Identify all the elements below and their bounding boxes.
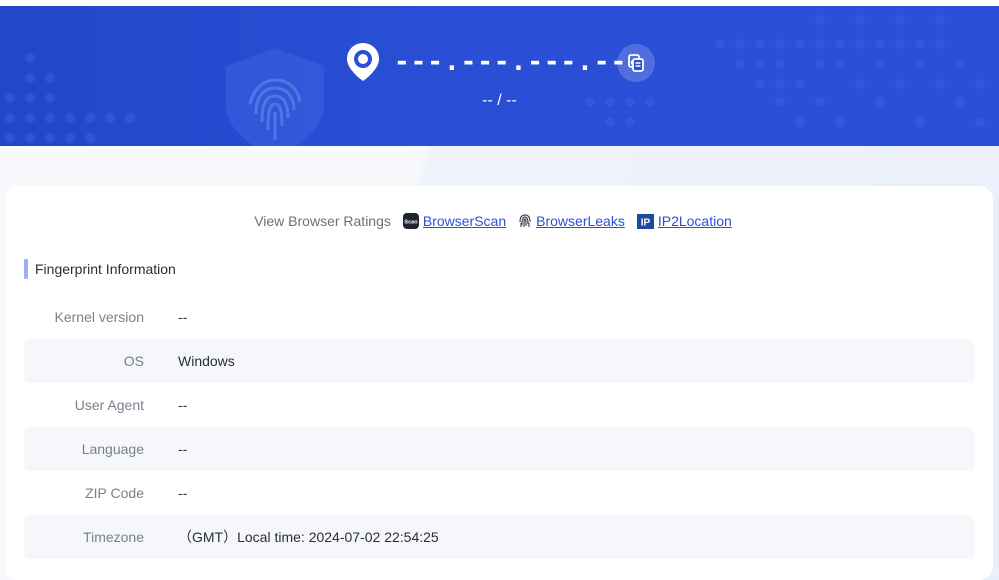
row-value: -- (178, 309, 188, 325)
section-title-accent (24, 259, 28, 279)
browser-ratings-bar: View Browser Ratings Scan BrowserScan Br… (5, 213, 993, 229)
table-row: OS Windows (24, 339, 974, 383)
row-key: Kernel version (54, 309, 145, 325)
table-row: Timezone （GMT）Local time: 2024-07-02 22:… (24, 515, 974, 559)
row-value: （GMT）Local time: 2024-07-02 22:54:25 (178, 529, 439, 545)
browserscan-link[interactable]: Scan BrowserScan (402, 213, 507, 229)
table-row: Language -- (24, 427, 974, 471)
ip2location-link-label: IP2Location (657, 213, 732, 229)
table-row: User Agent -- (24, 383, 974, 427)
browserscan-icon: Scan (402, 213, 419, 229)
fingerprint-card: View Browser Ratings Scan BrowserScan Br… (5, 186, 993, 580)
row-key: OS (123, 353, 144, 369)
ratings-label: View Browser Ratings (254, 213, 391, 229)
section-title-text: Fingerprint Information (35, 261, 176, 277)
location-pin-icon (347, 43, 379, 81)
table-row: ZIP Code -- (24, 471, 974, 515)
decorative-dots-left (5, 53, 135, 143)
row-value: -- (178, 397, 188, 413)
fingerprint-table: Kernel version -- OS Windows User Agent … (24, 295, 974, 559)
copy-ip-button[interactable] (617, 44, 655, 82)
svg-text:IP: IP (641, 217, 651, 228)
section-title: Fingerprint Information (24, 259, 176, 279)
ip2location-link[interactable]: IP IP2Location (636, 213, 732, 229)
row-key: Language (81, 441, 144, 457)
row-key: User Agent (74, 397, 144, 413)
row-key: Timezone (83, 529, 144, 545)
row-key: ZIP Code (85, 485, 144, 501)
copy-icon (628, 54, 644, 72)
table-row: Kernel version -- (24, 295, 974, 339)
ip-header-banner: ---.---.---.--- -- / -- (0, 6, 999, 146)
row-value: Windows (178, 353, 235, 369)
browserleaks-link-label: BrowserLeaks (536, 213, 625, 229)
ip-address: ---.---.---.--- (394, 47, 644, 77)
browserscan-link-label: BrowserScan (422, 213, 507, 229)
row-value: -- (178, 485, 188, 501)
fingerprint-icon (518, 213, 532, 229)
browserleaks-link[interactable]: BrowserLeaks (518, 213, 625, 229)
location-text: -- / -- (482, 92, 517, 109)
ip2location-icon: IP (636, 213, 654, 229)
svg-text:Scan: Scan (404, 220, 418, 226)
ip-address-row: ---.---.---.--- (346, 42, 644, 82)
row-value: -- (178, 441, 188, 457)
